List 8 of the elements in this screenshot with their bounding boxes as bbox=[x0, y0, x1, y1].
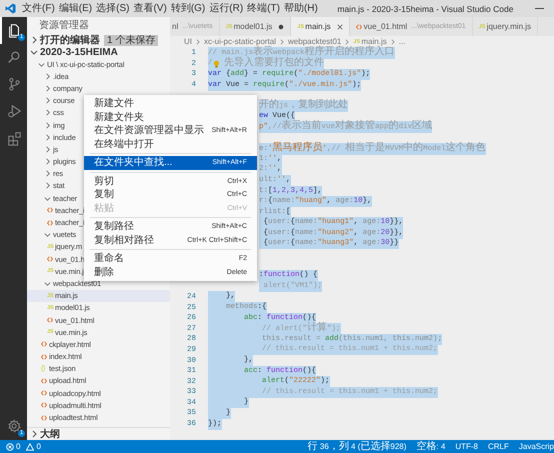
sidebar-title: 资源管理器 bbox=[38, 19, 90, 33]
unsaved-badge: 1 个未保存 bbox=[104, 34, 158, 46]
window-title: main.js - 2020-3-15heima - Visual Studio Code bbox=[336, 4, 514, 14]
tab-title: jquery.min.js bbox=[486, 22, 532, 31]
tab-title: nl bbox=[172, 22, 178, 31]
tab-title: vue_01.html bbox=[364, 22, 408, 31]
tab-title: main.js bbox=[305, 22, 331, 31]
tab-title: model01.js bbox=[234, 22, 272, 31]
